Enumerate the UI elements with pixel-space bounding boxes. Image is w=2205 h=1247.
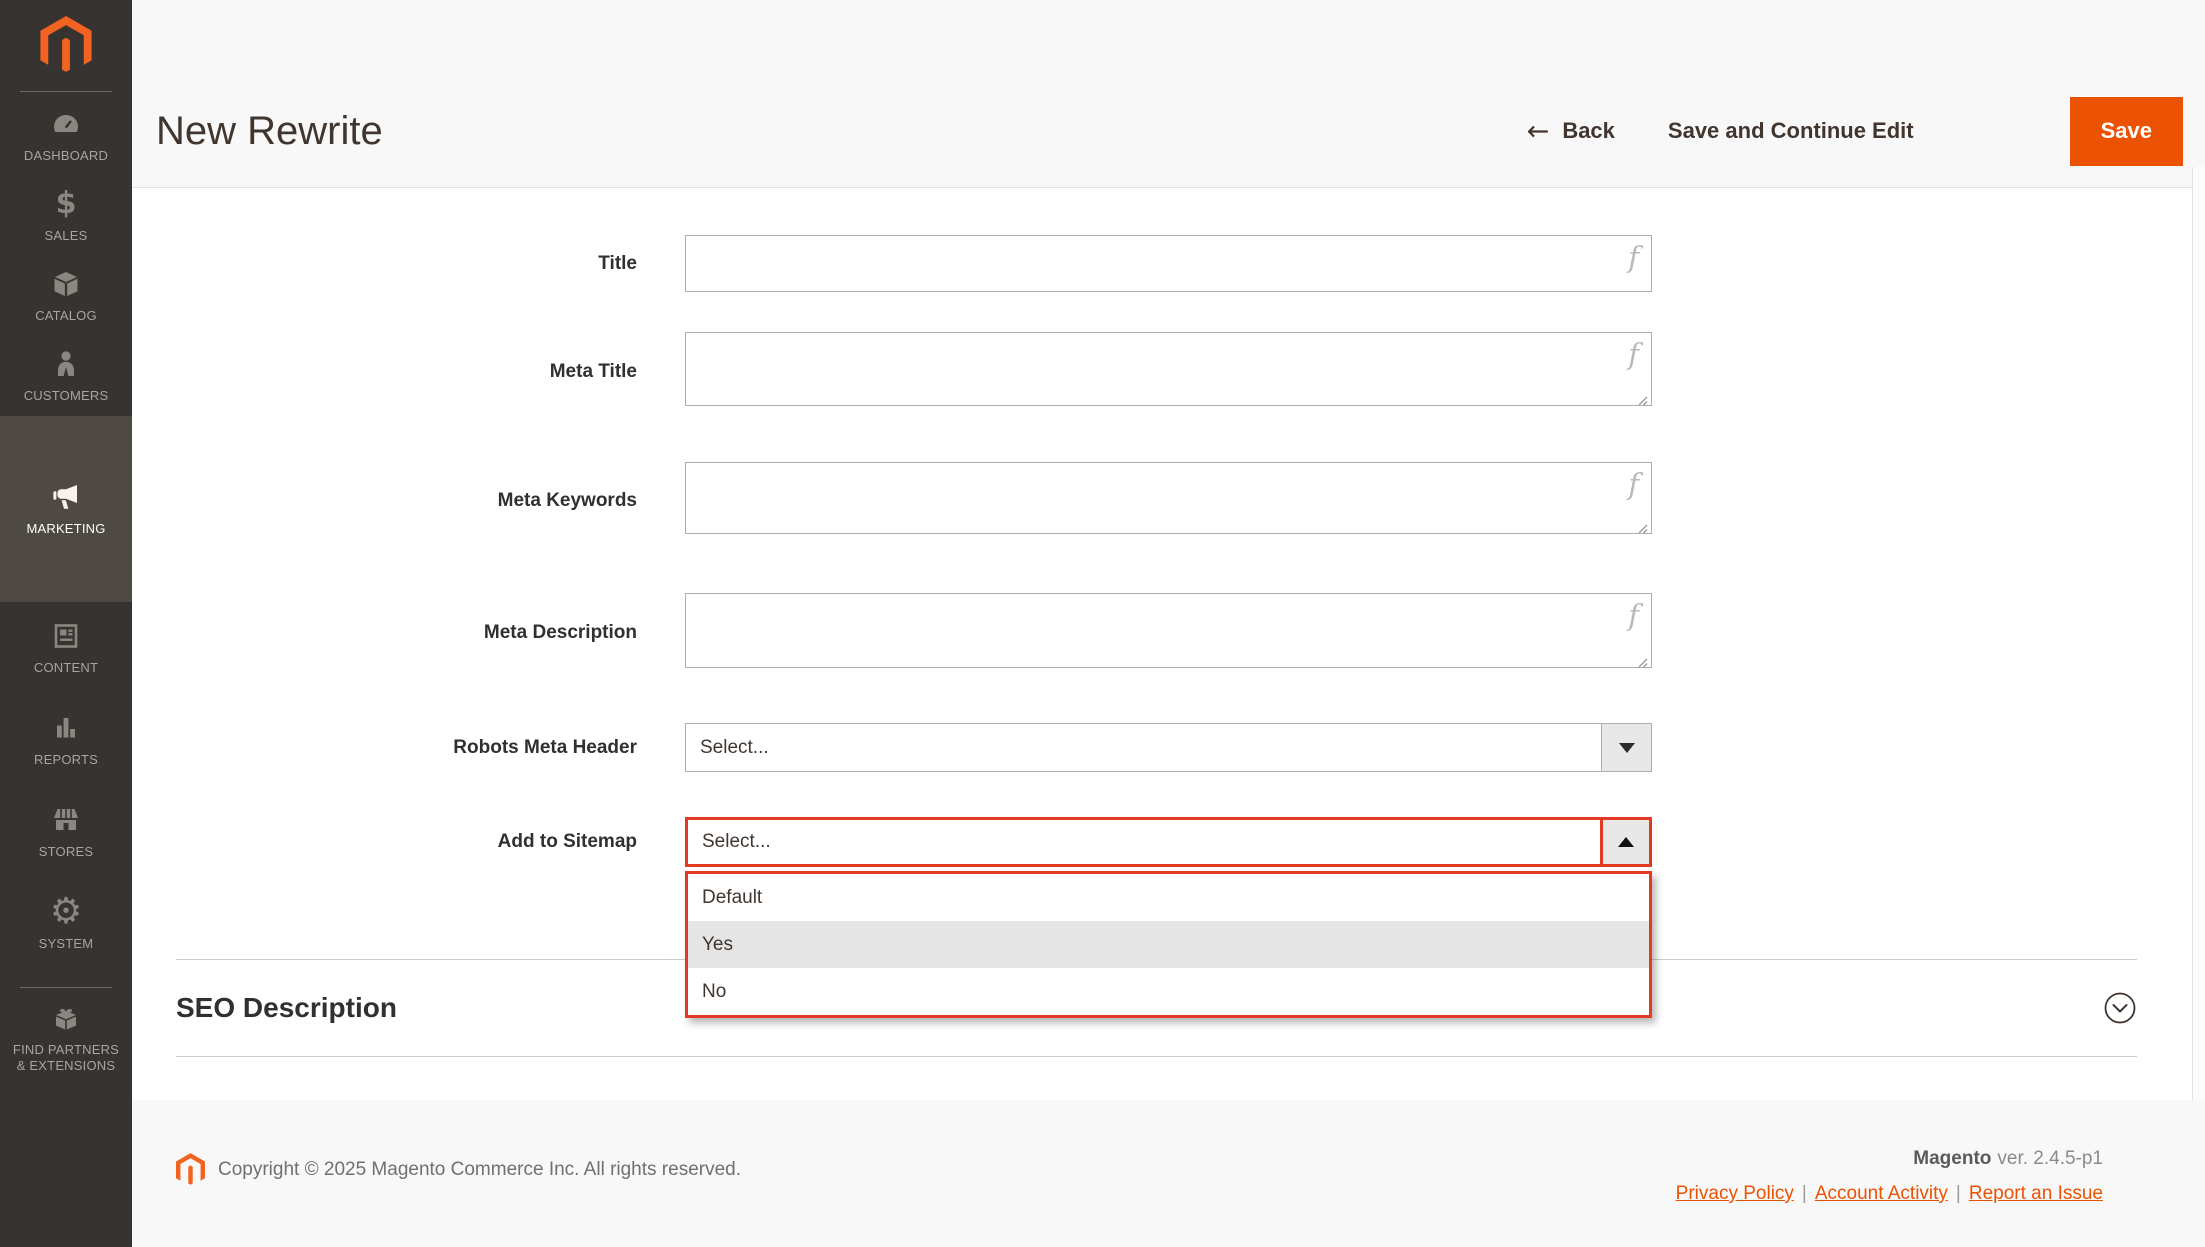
meta-keywords-textarea[interactable] <box>685 462 1652 534</box>
meta-description-label: Meta Description <box>483 622 637 643</box>
save-and-continue-button[interactable]: Save and Continue Edit <box>1668 118 1914 144</box>
sidebar-item-label: MARKETING <box>26 520 106 536</box>
form-row-meta-description: Meta Description f <box>132 593 2205 673</box>
privacy-policy-link[interactable]: Privacy Policy <box>1676 1183 1794 1204</box>
dropdown-option-yes[interactable]: Yes <box>688 921 1649 968</box>
sidebar-item-label: SYSTEM <box>38 935 94 951</box>
sidebar-item-label: CUSTOMERS <box>23 387 109 403</box>
sidebar-item-catalog[interactable]: CATALOG <box>0 256 132 336</box>
link-separator: | <box>1955 1183 1961 1204</box>
sidebar-item-system[interactable]: ⚙ SYSTEM <box>0 878 132 970</box>
vertical-scrollbar[interactable] <box>2192 167 2205 1100</box>
meta-description-field: f <box>685 593 1652 673</box>
form-row-meta-title: Meta Title f <box>132 332 2205 411</box>
stores-shop-icon <box>51 804 81 836</box>
magento-footer-logo-icon <box>176 1153 205 1185</box>
extensions-brick-icon <box>50 1002 82 1034</box>
magento-brand-text: Magento <box>1913 1148 1992 1169</box>
version-line: Magento ver. 2.4.5-p1 <box>1676 1148 2103 1170</box>
title-field: f <box>685 235 1652 292</box>
sidebar-item-marketing[interactable]: MARKETING <box>0 416 132 602</box>
sidebar-item-label: SALES <box>44 227 88 243</box>
sales-dollar-icon: $ <box>55 185 77 221</box>
sidebar-item-content[interactable]: CONTENT <box>0 602 132 694</box>
page-footer: Copyright © 2025 Magento Commerce Inc. A… <box>132 1100 2205 1247</box>
add-to-sitemap-label: Add to Sitemap <box>497 831 637 852</box>
sidebar-item-label: CATALOG <box>35 307 97 323</box>
title-input[interactable] <box>685 235 1652 292</box>
page-header: New Rewrite ← Back Save and Continue Edi… <box>132 0 2205 188</box>
meta-title-label: Meta Title <box>549 360 637 382</box>
dropdown-option-no[interactable]: No <box>688 968 1649 1015</box>
report-an-issue-link[interactable]: Report an Issue <box>1969 1183 2103 1204</box>
magento-admin-page: DASHBOARD $ SALES CATALOG CUSTOMERS MARK… <box>0 0 2205 1247</box>
robots-meta-header-field: Select... <box>685 723 1652 772</box>
sidebar-item-label: FIND PARTNERS & EXTENSIONS <box>12 1042 120 1074</box>
footer-left: Copyright © 2025 Magento Commerce Inc. A… <box>176 1153 741 1186</box>
content-page-icon <box>51 620 81 652</box>
meta-description-textarea[interactable] <box>685 593 1652 668</box>
select-arrow-button[interactable] <box>1601 724 1651 771</box>
select-arrow-button[interactable] <box>1600 820 1649 864</box>
form-row-meta-keywords: Meta Keywords f <box>132 462 2205 539</box>
sidebar-item-sales[interactable]: $ SALES <box>0 176 132 256</box>
sidebar-item-label: STORES <box>38 843 94 859</box>
header-actions: ← Back Save and Continue Edit Save <box>1527 96 2183 166</box>
sidebar-item-label: REPORTS <box>33 751 98 767</box>
form-row-add-to-sitemap: Add to Sitemap Select... Default Yes No <box>132 817 2205 1018</box>
form-row-robots-meta-header: Robots Meta Header Select... <box>132 723 2205 772</box>
sidebar-item-label: DASHBOARD <box>23 147 109 163</box>
sidebar-item-reports[interactable]: REPORTS <box>0 694 132 786</box>
copyright-text: Copyright © 2025 Magento Commerce Inc. A… <box>218 1158 742 1180</box>
system-gear-icon: ⚙ <box>49 890 83 932</box>
add-to-sitemap-select[interactable]: Select... <box>685 817 1652 867</box>
robots-meta-header-label: Robots Meta Header <box>453 736 637 758</box>
account-activity-link[interactable]: Account Activity <box>1815 1183 1948 1204</box>
meta-keywords-label: Meta Keywords <box>497 489 637 511</box>
admin-sidebar: DASHBOARD $ SALES CATALOG CUSTOMERS MARK… <box>0 0 132 1247</box>
footer-links: Privacy Policy | Account Activity | Report a… <box>1676 1183 2103 1205</box>
sidebar-item-customers[interactable]: CUSTOMERS <box>0 336 132 416</box>
select-value: Select... <box>700 736 769 758</box>
page-title: New Rewrite <box>156 108 383 153</box>
sidebar-divider <box>20 91 112 92</box>
form-row-title: Title f <box>132 235 2205 292</box>
chevron-up-icon <box>1618 837 1634 847</box>
save-button[interactable]: Save <box>2069 96 2183 166</box>
sidebar-item-dashboard[interactable]: DASHBOARD <box>0 96 132 176</box>
link-separator: | <box>1801 1183 1807 1204</box>
select-value: Select... <box>702 831 771 852</box>
sidebar-item-stores[interactable]: STORES <box>0 786 132 878</box>
customers-person-icon <box>51 348 81 380</box>
dashboard-gauge-icon <box>51 108 81 140</box>
add-to-sitemap-dropdown: Default Yes No <box>685 871 1652 1018</box>
marketing-megaphone-icon <box>50 481 82 513</box>
dropdown-option-default[interactable]: Default <box>688 874 1649 921</box>
sidebar-item-find-partners[interactable]: FIND PARTNERS & EXTENSIONS <box>0 988 132 1091</box>
collapse-chevron-icon[interactable] <box>2103 991 2137 1025</box>
title-label: Title <box>598 252 637 274</box>
back-button[interactable]: ← Back <box>1527 116 1615 147</box>
meta-title-field: f <box>685 332 1652 411</box>
catalog-box-icon <box>51 268 81 300</box>
back-button-label: Back <box>1562 118 1615 143</box>
robots-meta-header-select[interactable]: Select... <box>685 723 1652 772</box>
magento-logo[interactable] <box>0 0 132 74</box>
sidebar-item-label: CONTENT <box>33 659 99 675</box>
sidebar-menu: DASHBOARD $ SALES CATALOG CUSTOMERS MARK… <box>0 96 132 1091</box>
add-to-sitemap-field: Select... Default Yes No <box>685 817 1652 1018</box>
chevron-down-icon <box>1618 742 1635 753</box>
version-text: ver. 2.4.5-p1 <box>1997 1148 2103 1169</box>
seo-description-title: SEO Description <box>176 992 397 1023</box>
meta-keywords-field: f <box>685 462 1652 539</box>
meta-title-textarea[interactable] <box>685 332 1652 406</box>
back-arrow-icon: ← <box>1526 115 1550 147</box>
footer-right: Magento ver. 2.4.5-p1 Privacy Policy | Acco… <box>1676 1148 2103 1205</box>
magento-logo-icon <box>40 16 92 72</box>
reports-chart-icon <box>51 712 81 744</box>
